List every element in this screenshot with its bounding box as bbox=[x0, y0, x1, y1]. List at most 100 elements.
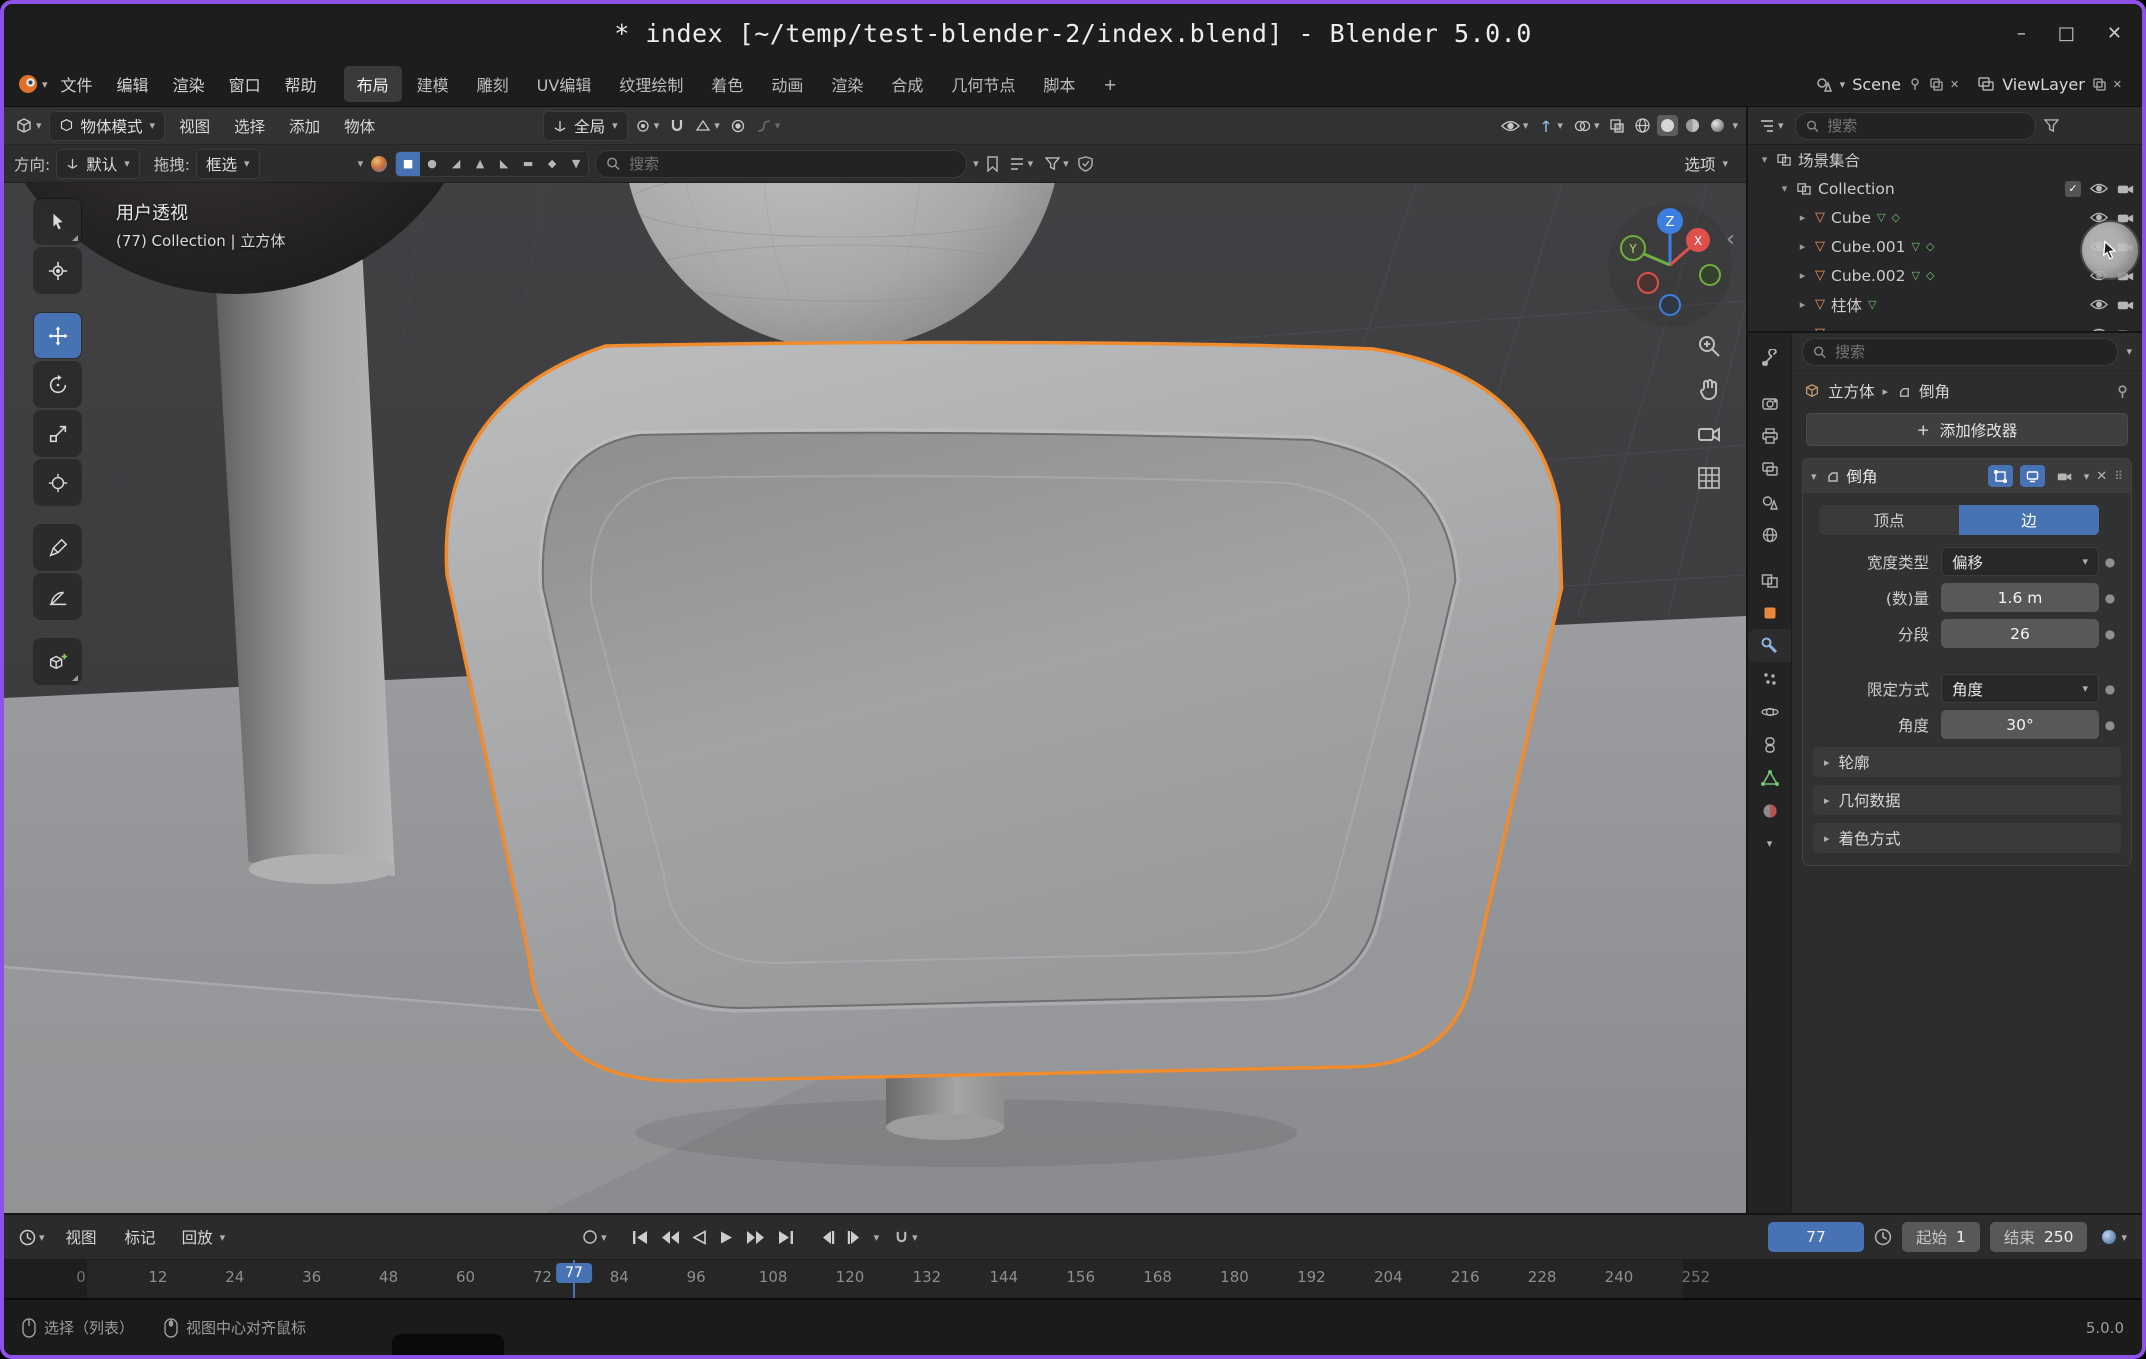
move-tool[interactable] bbox=[34, 313, 81, 358]
editor-type-button[interactable]: ▾ bbox=[16, 1227, 48, 1248]
current-frame-field[interactable]: 77 bbox=[1768, 1222, 1864, 1252]
pin-icon[interactable] bbox=[2115, 384, 2130, 399]
expand-icon[interactable]: ▸ bbox=[1796, 327, 1809, 331]
expand-icon[interactable]: ▸ bbox=[1796, 211, 1809, 224]
tab-world[interactable] bbox=[1748, 518, 1791, 551]
collapse-icon[interactable]: ▾ bbox=[1778, 182, 1791, 195]
chevron-down-icon[interactable]: ▾ bbox=[874, 1232, 880, 1243]
shading-rendered-button[interactable] bbox=[1707, 115, 1728, 136]
add-modifier-button[interactable]: + 添加修改器 bbox=[1806, 413, 2128, 446]
jump-to-end-button[interactable] bbox=[777, 1230, 794, 1245]
tab-object[interactable] bbox=[1748, 596, 1791, 629]
breadcrumb-modifier[interactable]: 倒角 bbox=[1919, 380, 1950, 402]
render-visibility-icon[interactable] bbox=[2117, 299, 2134, 311]
overlays-dropdown[interactable]: ▾ bbox=[1570, 116, 1603, 136]
tab-material[interactable] bbox=[1748, 794, 1791, 827]
menu-select[interactable]: 选择 bbox=[224, 112, 275, 140]
tabs-overflow-chevron[interactable]: ▾ bbox=[1748, 827, 1791, 860]
bookmark-icon[interactable] bbox=[985, 156, 1000, 172]
pivot-point-dropdown[interactable]: ▾ bbox=[632, 116, 663, 136]
tab-modeling[interactable]: 建模 bbox=[404, 66, 462, 102]
subpanel-shading[interactable]: ▸ 着色方式 bbox=[1813, 823, 2121, 853]
cursor-tool[interactable] bbox=[34, 248, 81, 293]
falloff-constant-button[interactable]: ▬ bbox=[516, 152, 540, 176]
chevron-down-icon[interactable]: ▾ bbox=[2126, 346, 2132, 357]
scale-tool[interactable] bbox=[34, 411, 81, 456]
filter-dropdown[interactable]: ▾ bbox=[1042, 155, 1072, 173]
tab-sculpting[interactable]: 雕刻 bbox=[464, 66, 522, 102]
menu-window[interactable]: 窗口 bbox=[218, 68, 272, 100]
scene-selector[interactable]: ▾ Scene ✕ bbox=[1807, 72, 1968, 97]
extras-dropdown-icon[interactable]: ▾ bbox=[2084, 471, 2090, 482]
menu-add[interactable]: 添加 bbox=[279, 112, 330, 140]
remove-viewlayer-icon[interactable]: ✕ bbox=[2113, 79, 2122, 90]
display-editmode-toggle[interactable] bbox=[1988, 465, 2013, 487]
clock-icon[interactable] bbox=[1874, 1228, 1892, 1246]
playhead-frame-badge[interactable]: 77 bbox=[556, 1263, 592, 1283]
tab-geometry-nodes[interactable]: 几何节点 bbox=[938, 66, 1028, 102]
shading-wireframe-button[interactable] bbox=[1632, 115, 1653, 136]
animate-dot-icon[interactable]: ● bbox=[2099, 555, 2121, 569]
tab-object-data[interactable] bbox=[1748, 761, 1791, 794]
tab-texture-paint[interactable]: 纹理绘制 bbox=[606, 66, 696, 102]
prev-keyframe-button[interactable] bbox=[661, 1230, 680, 1245]
shading-dropdown-icon[interactable]: ▾ bbox=[1732, 120, 1738, 131]
expand-icon[interactable]: ▾ bbox=[1758, 153, 1771, 166]
menu-view[interactable]: 视图 bbox=[169, 112, 220, 140]
hide-eye-icon[interactable] bbox=[2090, 182, 2108, 195]
tab-physics[interactable] bbox=[1748, 695, 1791, 728]
falloff-sphere-button[interactable]: ● bbox=[420, 152, 444, 176]
mode-dropdown[interactable]: 物体模式 ▾ bbox=[49, 111, 166, 141]
viewport-search[interactable] bbox=[595, 150, 967, 178]
remove-modifier-icon[interactable]: ✕ bbox=[2096, 469, 2107, 484]
tab-tool[interactable] bbox=[1748, 341, 1791, 374]
segments-field[interactable]: 26 bbox=[1941, 619, 2099, 648]
menu-view[interactable]: 视图 bbox=[56, 1223, 107, 1251]
tab-collection[interactable] bbox=[1748, 563, 1791, 596]
tab-uv-editing[interactable]: UV编辑 bbox=[524, 66, 605, 102]
subpanel-profile[interactable]: ▸ 轮廓 bbox=[1813, 747, 2121, 777]
shading-material-button[interactable] bbox=[1682, 115, 1703, 136]
angle-field[interactable]: 30° bbox=[1941, 710, 2099, 739]
hide-eye-icon[interactable] bbox=[2090, 298, 2108, 311]
next-keyframe-button[interactable] bbox=[746, 1230, 765, 1245]
collapse-icon[interactable]: ▾ bbox=[1811, 471, 1817, 482]
direction-dropdown[interactable]: 默认 ▾ bbox=[56, 149, 140, 179]
tab-scripting[interactable]: 脚本 bbox=[1030, 66, 1088, 102]
tab-particles[interactable] bbox=[1748, 662, 1791, 695]
menu-help[interactable]: 帮助 bbox=[274, 68, 328, 100]
presets-dropdown[interactable]: ▾ bbox=[1006, 155, 1037, 173]
menu-edit[interactable]: 编辑 bbox=[106, 68, 160, 100]
transform-orientation-dropdown[interactable]: 全局 ▾ bbox=[543, 111, 628, 141]
sync-dropdown[interactable]: ▾ bbox=[579, 1227, 610, 1247]
properties-search-input[interactable] bbox=[1833, 342, 2107, 362]
breadcrumb-object[interactable]: 立方体 bbox=[1828, 380, 1875, 402]
add-workspace-button[interactable]: + bbox=[1090, 69, 1129, 100]
tab-constraints[interactable] bbox=[1748, 728, 1791, 761]
play-button[interactable] bbox=[719, 1230, 734, 1245]
outliner-search-input[interactable] bbox=[1825, 116, 2024, 136]
limit-method-dropdown[interactable]: 角度 ▾ bbox=[1941, 674, 2099, 703]
chevron-down-icon[interactable]: ▾ bbox=[973, 158, 979, 169]
start-frame-field[interactable]: 起始 1 bbox=[1902, 1222, 1980, 1252]
render-visibility-icon[interactable] bbox=[2117, 328, 2134, 332]
material-preview-icon[interactable] bbox=[369, 154, 389, 174]
tab-rendering[interactable]: 渲染 bbox=[818, 66, 876, 102]
drag-handle-icon[interactable]: ⠿ bbox=[2114, 469, 2123, 483]
keying-set-dropdown[interactable]: ▾ bbox=[2097, 1226, 2130, 1248]
tab-render[interactable] bbox=[1748, 386, 1791, 419]
drag-dropdown[interactable]: 框选 ▾ bbox=[196, 149, 260, 179]
display-realtime-toggle[interactable] bbox=[2020, 465, 2045, 487]
outliner-row-cube-002[interactable]: ▸ ▽ Cube.002 ▽ ◇ bbox=[1748, 261, 2142, 290]
falloff-smooth-button[interactable]: ■ bbox=[396, 152, 420, 176]
close-button[interactable]: ✕ bbox=[2107, 23, 2122, 44]
shield-icon[interactable] bbox=[1078, 156, 1093, 172]
copy-icon[interactable] bbox=[2092, 77, 2106, 91]
properties-search[interactable] bbox=[1802, 338, 2118, 366]
measure-tool[interactable] bbox=[34, 574, 81, 619]
viewlayer-selector[interactable]: ViewLayer ✕ bbox=[1969, 72, 2130, 97]
subpanel-geometry[interactable]: ▸ 几何数据 bbox=[1813, 785, 2121, 815]
editor-type-button[interactable]: ▾ bbox=[1756, 117, 1787, 135]
animate-dot-icon[interactable]: ● bbox=[2099, 627, 2121, 641]
expand-icon[interactable]: ▸ bbox=[1796, 298, 1809, 311]
